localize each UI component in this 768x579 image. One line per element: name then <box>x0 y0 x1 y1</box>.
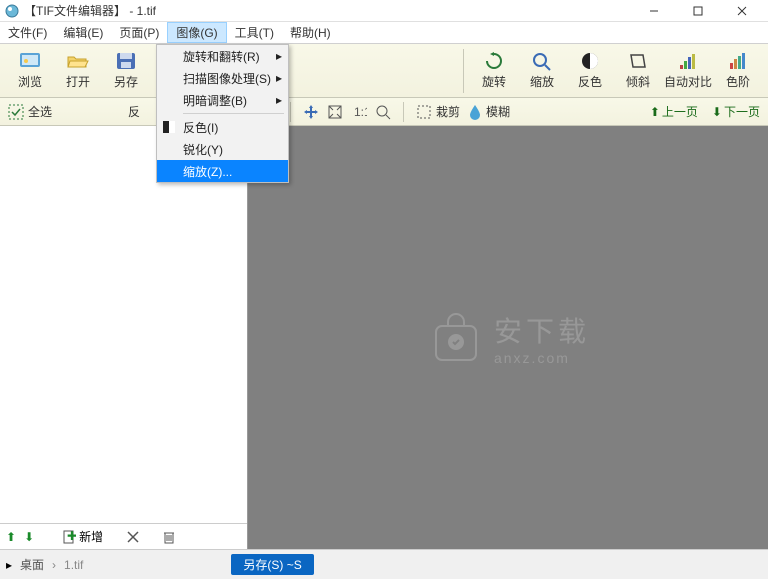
menu-file[interactable]: 文件(F) <box>0 22 55 43</box>
menu-tools[interactable]: 工具(T) <box>227 22 282 43</box>
dd-scan-process[interactable]: 扫描图像处理(S) ▸ <box>157 67 288 89</box>
skew-button[interactable]: 倾斜 <box>616 47 660 95</box>
saveas-status-button[interactable]: 另存(S) ~S <box>231 554 313 575</box>
watermark: 安下载 anxz.com <box>426 308 590 368</box>
chevron-right-icon: ▸ <box>276 93 282 107</box>
workspace: ⬆ ⬇ ✚ 新增 安下载 anxz.com <box>0 126 768 549</box>
menu-edit[interactable]: 编辑(E) <box>55 22 111 43</box>
invert-button[interactable]: 反色 <box>568 47 612 95</box>
dd-rotate-flip[interactable]: 旋转和翻转(R) ▸ <box>157 45 288 67</box>
add-page-icon: ✚ <box>62 530 76 544</box>
magnify-tool[interactable] <box>375 104 391 120</box>
dd-brightness[interactable]: 明暗调整(B) ▸ <box>157 89 288 111</box>
image-dropdown: 旋转和翻转(R) ▸ 扫描图像处理(S) ▸ 明暗调整(B) ▸ 反色(I) 锐… <box>156 44 289 183</box>
thumbnail-list[interactable] <box>0 126 247 523</box>
titlebar: 【TIF文件编辑器】 - 1.tif <box>0 0 768 22</box>
delete-icon <box>127 531 139 543</box>
chevron-right-icon: ▸ <box>276 71 282 85</box>
invert-selection-button[interactable]: 反 <box>128 103 140 120</box>
zoom-icon <box>531 51 553 71</box>
sub-toolbar: 全选 反 1:1 栽剪 模糊 ⬆ 上一页 ⬇ 下一页 <box>0 98 768 126</box>
dropdown-separator <box>183 113 284 114</box>
chevron-right-icon: ▸ <box>276 49 282 63</box>
invert-icon <box>579 51 601 71</box>
rotate-button[interactable]: 旋转 <box>472 47 516 95</box>
invert-icon <box>161 121 177 133</box>
left-panel: ⬆ ⬇ ✚ 新增 <box>0 126 248 549</box>
svg-text:✚: ✚ <box>67 530 76 543</box>
actual-icon: 1:1 <box>351 104 367 120</box>
crop-button[interactable]: 栽剪 <box>416 103 460 120</box>
trash-icon <box>163 530 175 544</box>
levels-icon <box>727 51 749 71</box>
main-toolbar: 浏览 打开 另存 旋转 缩放 反色 倾斜 自动对比 色阶 <box>0 44 768 98</box>
move-down-button[interactable]: ⬇ <box>24 530 34 544</box>
save-icon <box>114 51 138 71</box>
blur-button[interactable]: 模糊 <box>468 103 510 120</box>
autocontrast-button[interactable]: 自动对比 <box>664 47 712 95</box>
app-icon <box>4 3 20 19</box>
skew-icon <box>627 51 649 71</box>
subtoolbar-separator <box>290 102 291 122</box>
dd-sharpen[interactable]: 锐化(Y) <box>157 138 288 160</box>
menu-image[interactable]: 图像(G) <box>167 22 226 43</box>
blur-icon <box>468 104 482 120</box>
toolbar-separator <box>463 49 464 93</box>
actual-size-tool[interactable]: 1:1 <box>351 104 367 120</box>
arrow-up-icon: ⬆ <box>650 105 660 119</box>
minimize-button[interactable] <box>632 1 676 21</box>
delete-button[interactable] <box>127 531 139 543</box>
crop-icon <box>416 104 432 120</box>
window-controls <box>632 1 764 21</box>
left-panel-footer: ⬆ ⬇ ✚ 新增 <box>0 523 247 549</box>
contrast-icon <box>677 51 699 71</box>
next-page-button[interactable]: ⬇ 下一页 <box>712 103 760 120</box>
menubar: 文件(F) 编辑(E) 页面(P) 图像(G) 工具(T) 帮助(H) <box>0 22 768 44</box>
statusbar: ▸ 桌面 › 1.tif 另存(S) ~S <box>0 549 768 579</box>
maximize-button[interactable] <box>676 1 720 21</box>
fit-icon <box>327 104 343 120</box>
window-title: 【TIF文件编辑器】 - 1.tif <box>24 2 632 19</box>
canvas[interactable]: 安下载 anxz.com <box>248 126 768 549</box>
trash-button[interactable] <box>163 530 175 544</box>
magnify-icon <box>375 104 391 120</box>
menu-help[interactable]: 帮助(H) <box>282 22 339 43</box>
breadcrumb[interactable]: 桌面 <box>12 554 52 575</box>
close-button[interactable] <box>720 1 764 21</box>
add-page-button[interactable]: ✚ 新增 <box>62 528 103 545</box>
dd-invert[interactable]: 反色(I) <box>157 116 288 138</box>
move-icon <box>303 104 319 120</box>
folder-open-icon <box>66 51 90 71</box>
move-up-button[interactable]: ⬆ <box>6 530 16 544</box>
breadcrumb-file[interactable]: 1.tif <box>56 556 91 574</box>
subtoolbar-separator <box>403 102 404 122</box>
prev-page-button[interactable]: ⬆ 上一页 <box>650 103 698 120</box>
selectall-icon <box>8 104 24 120</box>
saveas-button[interactable]: 另存 <box>104 47 148 95</box>
watermark-icon <box>426 308 486 368</box>
svg-text:1:1: 1:1 <box>354 105 367 119</box>
dd-zoom[interactable]: 缩放(Z)... <box>157 160 288 182</box>
levels-button[interactable]: 色阶 <box>716 47 760 95</box>
fit-tool[interactable] <box>327 104 343 120</box>
arrow-down-icon: ⬇ <box>712 105 722 119</box>
zoom-button[interactable]: 缩放 <box>520 47 564 95</box>
selectall-button[interactable]: 全选 <box>8 103 52 120</box>
rotate-icon <box>483 51 505 71</box>
open-button[interactable]: 打开 <box>56 47 100 95</box>
preview-button[interactable]: 浏览 <box>8 47 52 95</box>
preview-icon <box>18 51 42 71</box>
move-tool[interactable] <box>303 104 319 120</box>
menu-page[interactable]: 页面(P) <box>111 22 167 43</box>
